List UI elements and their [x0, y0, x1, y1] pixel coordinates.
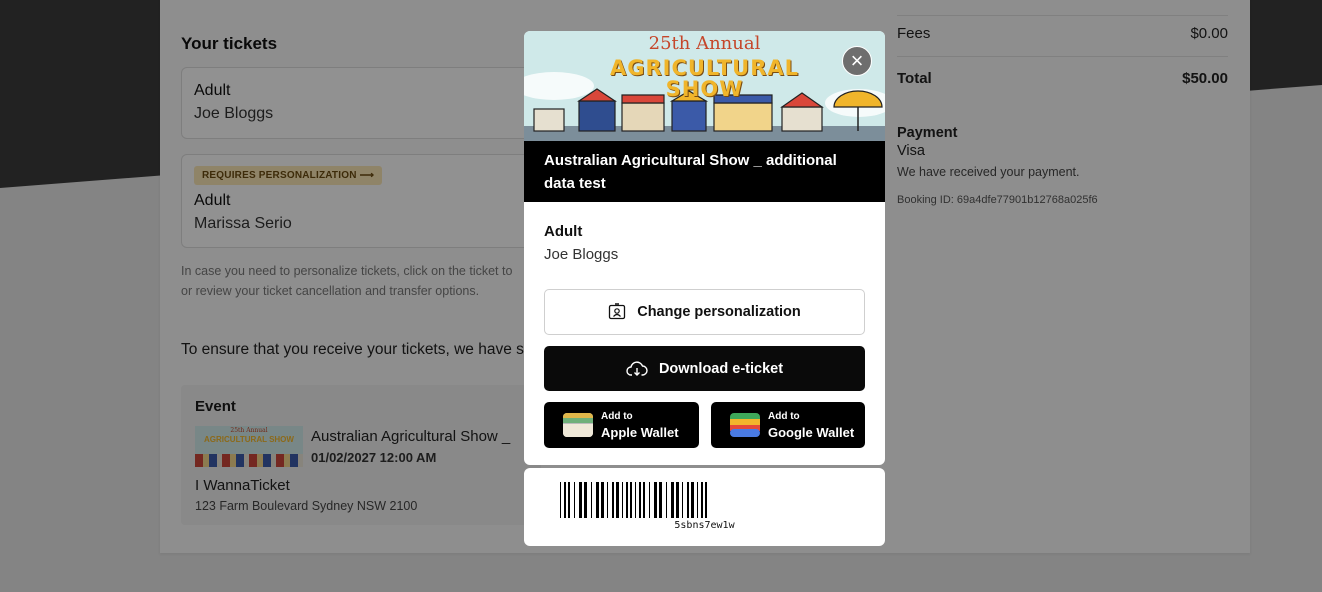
- modal-ticket-type: Adult: [544, 223, 583, 240]
- barcode-bar: [596, 482, 599, 518]
- barcode-bar: [574, 482, 575, 518]
- ticket-modal: 25th Annual AGRICULTURAL SHOW × Australi…: [524, 31, 885, 465]
- barcode-bar: [643, 482, 645, 518]
- barcode-bar: [697, 482, 698, 518]
- barcode-bar: [676, 482, 679, 518]
- banner-show-text: SHOW: [665, 77, 744, 101]
- barcode-bar: [630, 482, 632, 518]
- google-wallet-label: Google Wallet: [768, 425, 855, 440]
- barcode-bar: [612, 482, 614, 518]
- barcode-bar: [666, 482, 667, 518]
- banner-annual-text: 25th Annual: [648, 33, 761, 54]
- change-personalization-button[interactable]: Change personalization: [544, 289, 865, 335]
- barcode-bar: [687, 482, 689, 518]
- close-icon: ×: [850, 48, 864, 73]
- barcode-bar: [564, 482, 566, 518]
- download-eticket-button[interactable]: Download e-ticket: [544, 346, 865, 391]
- event-banner-image: 25th Annual AGRICULTURAL SHOW: [524, 31, 885, 141]
- barcode-bar: [635, 482, 636, 518]
- cloud-download-icon: [626, 360, 648, 376]
- barcode-bar: [705, 482, 707, 518]
- download-eticket-label: Download e-ticket: [658, 360, 784, 377]
- barcode-bar: [682, 482, 683, 518]
- barcode-bar: [671, 482, 674, 518]
- barcode-bar: [622, 482, 623, 518]
- barcode-bar: [616, 482, 619, 518]
- barcode-value: 5sbns7ew1w: [674, 520, 735, 531]
- barcode-bar: [691, 482, 694, 518]
- google-wallet-icon: [730, 413, 760, 437]
- barcode-bar: [639, 482, 641, 518]
- barcode-bar: [591, 482, 592, 518]
- barcode-bar: [584, 482, 587, 518]
- apple-wallet-button[interactable]: Add to Apple Wallet: [544, 402, 699, 448]
- google-wallet-add-to: Add to: [768, 411, 800, 422]
- barcode-bar: [601, 482, 604, 518]
- apple-wallet-add-to: Add to: [601, 411, 633, 422]
- barcode-bar: [568, 482, 570, 518]
- barcode-bar: [607, 482, 608, 518]
- modal-event-title-bar: Australian Agricultural Show _ additiona…: [524, 141, 885, 202]
- barcode-card: 5sbns7ew1w: [524, 468, 885, 546]
- id-card-icon: [609, 303, 626, 320]
- change-personalization-label: Change personalization: [637, 304, 801, 320]
- apple-wallet-icon: [563, 413, 593, 437]
- close-button[interactable]: ×: [842, 46, 872, 76]
- barcode-bar: [649, 482, 650, 518]
- google-wallet-button[interactable]: Add to Google Wallet: [711, 402, 865, 448]
- barcode-bar: [579, 482, 582, 518]
- barcode-bar: [659, 482, 662, 518]
- barcode-bar: [654, 482, 657, 518]
- apple-wallet-label: Apple Wallet: [601, 425, 679, 440]
- modal-event-title: Australian Agricultural Show _ additiona…: [544, 152, 837, 192]
- barcode-bar: [560, 482, 561, 518]
- barcode-bar: [701, 482, 703, 518]
- modal-holder-name: Joe Bloggs: [544, 246, 619, 263]
- barcode-bar: [626, 482, 628, 518]
